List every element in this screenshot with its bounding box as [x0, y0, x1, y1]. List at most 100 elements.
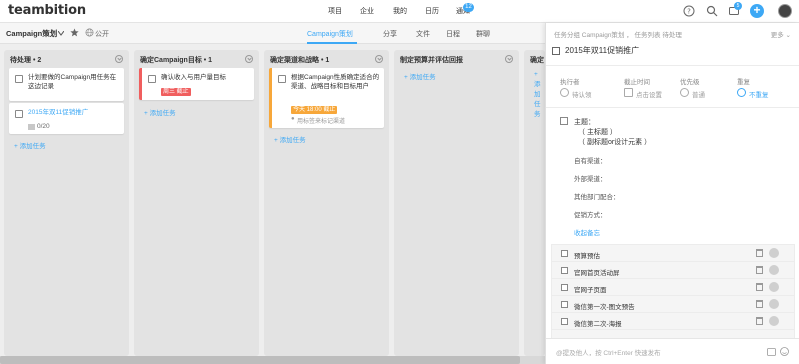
task-detail-title[interactable]: 2015年双11促销推广 — [565, 45, 639, 56]
user-avatar[interactable] — [778, 4, 792, 18]
app-logo[interactable]: teambition — [8, 3, 86, 18]
tab-files[interactable]: 文件 — [416, 29, 430, 39]
task-title: 2015年双11促销推广 — [28, 109, 89, 116]
due-value[interactable]: 点击设置 — [636, 89, 662, 99]
emoji-icon[interactable] — [780, 347, 789, 356]
subtask-checkbox[interactable] — [561, 318, 568, 325]
nav-calendar[interactable]: 日历 — [425, 6, 439, 16]
desc-other-dept: 其他部门配合： — [574, 194, 620, 201]
column-title[interactable]: 待处理 • 2 — [10, 55, 41, 65]
stage-column-channels: 确定渠道和战略 • 1 根据Campaign性质确定适合的渠道、战略目标和目标用… — [264, 50, 389, 356]
nav-mine[interactable]: 我的 — [393, 6, 407, 16]
repeat-value[interactable]: 不重复 — [749, 89, 769, 99]
task-card[interactable]: 计划要做的Campaign用任务在这边记录 — [9, 68, 124, 101]
task-card[interactable]: 确认收入与用户量目标 周三 截止 — [139, 68, 254, 100]
project-title[interactable]: Campaign策划 — [6, 28, 57, 39]
avatar[interactable] — [769, 282, 779, 292]
subtask-checkbox[interactable] — [561, 301, 568, 308]
subtask-item[interactable]: 官网子页面 — [552, 279, 794, 296]
add-task-label: 添加任务 — [149, 110, 176, 117]
stage-column-budget: 制定预算并评估回报 + 添加任务 — [394, 50, 519, 356]
task-checkbox[interactable] — [552, 47, 560, 55]
task-checkbox[interactable] — [15, 110, 23, 118]
note-icon — [560, 117, 568, 125]
desc-theme: 主题： — [574, 119, 595, 126]
subtask-checkbox[interactable] — [561, 267, 568, 274]
collapse-notes-link[interactable]: 收起备忘 — [574, 227, 600, 237]
column-menu-icon[interactable] — [115, 55, 123, 63]
calendar-icon[interactable] — [756, 300, 763, 308]
avatar[interactable] — [769, 265, 779, 275]
column-menu-icon[interactable] — [375, 55, 383, 63]
stage-column-partial: 确定 + 添加任务 — [524, 50, 545, 356]
avatar[interactable] — [769, 248, 779, 258]
avatar[interactable] — [769, 316, 779, 326]
subtask-item[interactable]: 微信第二次-海报 — [552, 313, 794, 330]
due-date-badge: 今天 18:00 截止 — [291, 106, 338, 114]
column-title[interactable]: 确定Campaign目标 • 1 — [140, 55, 212, 65]
star-icon[interactable] — [70, 28, 79, 37]
chevron-down-icon[interactable] — [58, 31, 64, 36]
priority-value[interactable]: 普通 — [692, 89, 705, 99]
subtask-label: 预算预估 — [574, 253, 600, 260]
nav-enterprise[interactable]: 企业 — [360, 6, 374, 16]
task-checkbox[interactable] — [278, 75, 286, 83]
calendar-icon[interactable] — [756, 249, 763, 257]
scrollbar-thumb[interactable] — [0, 356, 520, 364]
column-title[interactable]: 确定 — [530, 55, 544, 65]
desc-external-channel: 外部渠道： — [574, 176, 607, 183]
column-title[interactable]: 确定渠道和战略 • 1 — [270, 55, 329, 65]
assignee-label: 执行者 — [560, 79, 580, 86]
column-title[interactable]: 制定预算并评估回报 — [400, 55, 463, 65]
tab-campaign[interactable]: Campaign策划 — [307, 29, 353, 39]
column-menu-icon[interactable] — [505, 55, 513, 63]
desc-subtitle: （ 副标题or设计元素 ） — [578, 139, 652, 146]
task-checkbox[interactable] — [15, 75, 23, 83]
divider — [546, 107, 799, 108]
nav-projects[interactable]: 项目 — [328, 6, 342, 16]
task-title: 计划要做的Campaign用任务在这边记录 — [28, 74, 117, 90]
more-label: 更多 — [770, 32, 784, 39]
add-task-button[interactable]: + 添加任务 — [144, 107, 176, 117]
tab-chat[interactable]: 群聊 — [476, 29, 490, 39]
visibility-label[interactable]: 公开 — [95, 29, 109, 39]
help-icon[interactable]: ? — [683, 5, 695, 17]
breadcrumb[interactable]: 任务分组 Campaign策划 ， 任务列表 待处理 — [554, 29, 682, 39]
assignee-value[interactable]: 待认领 — [572, 89, 592, 99]
add-task-button[interactable]: + 添加任务 — [534, 71, 545, 118]
calendar-icon[interactable] — [756, 317, 763, 325]
subtask-item[interactable]: 微信第一次-图文预告 — [552, 296, 794, 313]
task-title: 根据Campaign性质确定适合的渠道、战略目标和目标用户 — [291, 74, 380, 90]
calendar-icon[interactable] — [756, 283, 763, 291]
subtask-checkbox[interactable] — [561, 284, 568, 291]
task-checkbox[interactable] — [148, 75, 156, 83]
subtask-list-icon — [28, 124, 35, 130]
avatar[interactable] — [769, 299, 779, 309]
column-menu-icon[interactable] — [245, 55, 253, 63]
task-card[interactable]: 2015年双11促销推广 0/20 — [9, 103, 124, 134]
subtask-item[interactable]: 预算预估 — [552, 245, 794, 262]
tag-icon: ● — [291, 116, 295, 122]
tab-schedule[interactable]: 日程 — [446, 29, 460, 39]
stage-column-todo: 待处理 • 2 计划要做的Campaign用任务在这边记录 2015年双11促销… — [4, 50, 129, 356]
add-task-label: 添加任务 — [19, 143, 46, 150]
comment-input[interactable]: @提及他人，按 Ctrl+Enter 快速发布 — [556, 347, 661, 357]
due-date-badge: 周三 截止 — [161, 88, 191, 96]
task-card[interactable]: 根据Campaign性质确定适合的渠道、战略目标和目标用户 今天 18:00 截… — [269, 68, 384, 128]
repeat-label: 重复 — [737, 79, 750, 86]
subtask-label: 官网首页活动屏 — [574, 270, 620, 277]
subtask-item[interactable]: 官网首页活动屏 — [552, 262, 794, 279]
attachment-icon[interactable] — [767, 348, 776, 356]
subtask-checkbox[interactable] — [561, 250, 568, 257]
calendar-icon[interactable] — [756, 266, 763, 274]
task-title: 确认收入与用户量目标 — [161, 74, 226, 81]
add-task-button[interactable]: + 添加任务 — [14, 140, 46, 150]
add-task-button[interactable]: + 添加任务 — [404, 71, 436, 81]
more-menu-button[interactable]: 更多 ⌄ — [771, 29, 791, 39]
add-plus-icon[interactable]: + — [750, 4, 764, 18]
add-task-button[interactable]: + 添加任务 — [274, 134, 306, 144]
subtask-count: 0/20 — [37, 123, 50, 130]
tab-share[interactable]: 分享 — [383, 29, 397, 39]
task-detail-panel: 任务分组 Campaign策划 ， 任务列表 待处理 更多 ⌄ 2015年双11… — [545, 23, 799, 364]
search-icon[interactable] — [706, 5, 718, 17]
